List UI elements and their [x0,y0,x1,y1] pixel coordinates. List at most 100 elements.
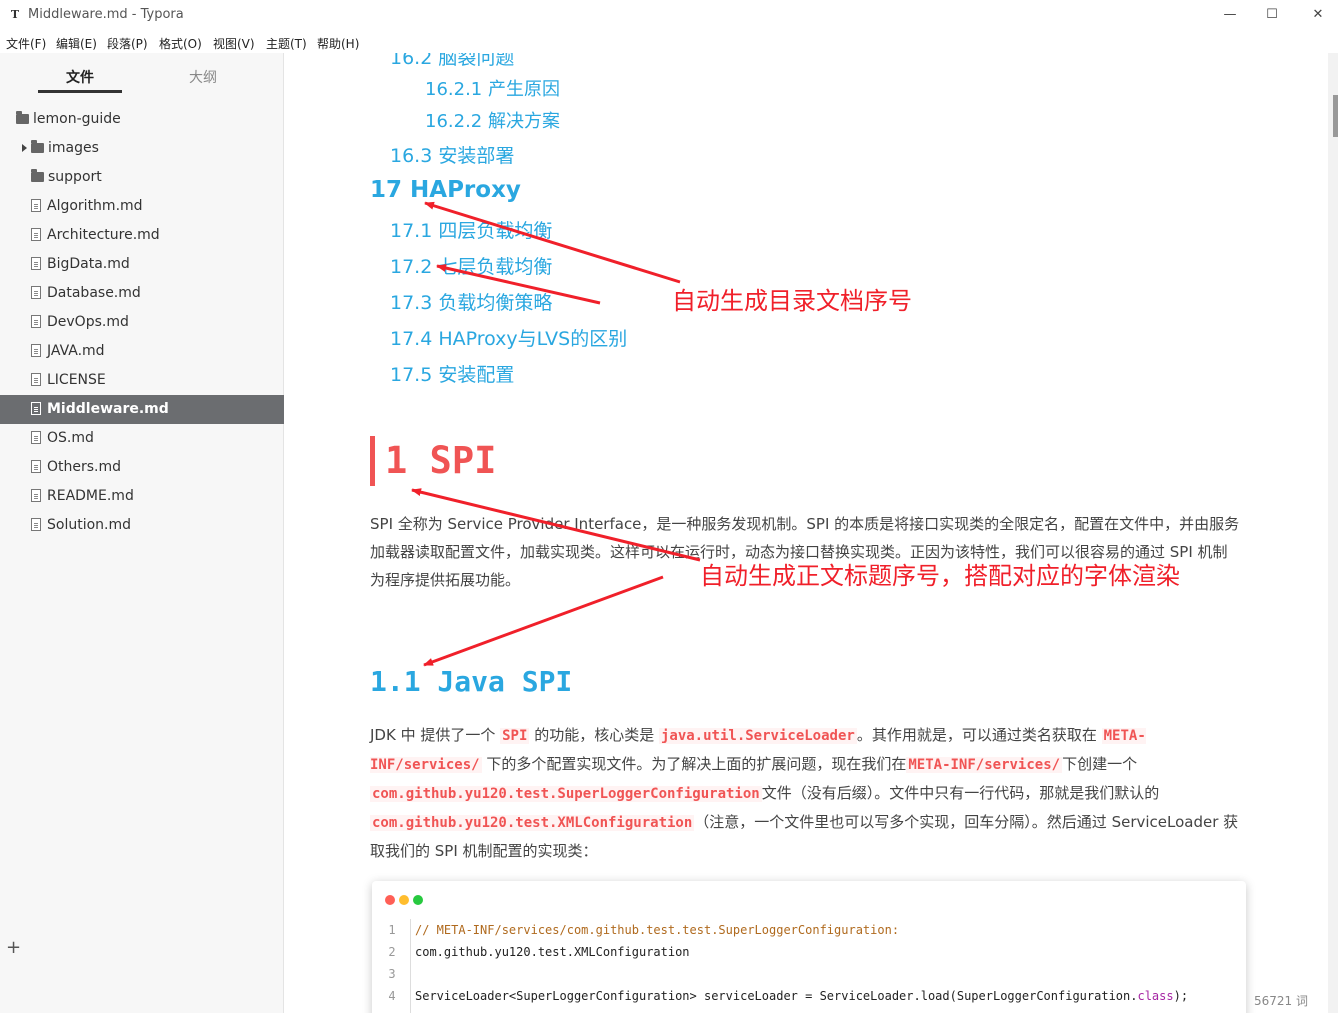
tree-item-label: lemon-guide [33,111,121,127]
file-icon [31,257,41,270]
heading-2: 1.1 Java SPI [370,665,573,698]
annotation-toc-note: 自动生成目录文档序号 [672,287,912,315]
text-run: 文件（没有后缀）。文件中只有一行代码，那就是我们默认的 [761,784,1160,802]
toc-item[interactable]: 17 HAProxy [370,177,521,203]
text-run: 的功能，核心类是 [529,726,659,744]
file-icon [31,518,41,531]
toc-item[interactable]: 17.5 安装配置 [390,360,514,387]
text-run: 下的多个配置实现文件。为了解决上面的扩展问题，现在我们在 [481,755,907,773]
chevron-right-icon[interactable] [22,144,27,152]
toc-item[interactable]: 16.3 安装部署 [390,141,514,168]
file-icon [31,199,41,212]
file-icon [31,431,41,444]
line-number: 1 [388,923,396,937]
inline-code: SPI [500,728,530,744]
code-line: 4 ServiceLoader<SuperLoggerConfiguration… [372,985,1246,1007]
tree-item-label: JAVA.md [47,343,105,359]
folder-icon [31,169,44,182]
tree-root-folder[interactable]: lemon-guide [0,105,284,134]
toc-item[interactable]: 17.2 七层负载均衡 [390,252,552,279]
tree-file[interactable]: DevOps.md [0,308,284,337]
inline-code: META-INF/services/ [906,757,1063,773]
tab-outline[interactable]: 大纲 [189,67,217,87]
text-run: JDK 中 提供了一个 [370,726,501,744]
code-block[interactable]: 1 // META-INF/services/com.github.test.t… [372,881,1246,1013]
tree-file[interactable]: OS.md [0,424,284,453]
tree-item-label: Others.md [47,459,122,475]
tree-file[interactable]: Database.md [0,279,284,308]
editor-content[interactable]: 16.2 脑裂问题 16.2.1 产生原因 16.2.2 解决方案 16.3 安… [285,53,1310,1013]
tree-file[interactable]: Solution.md [0,511,284,540]
file-icon [31,315,41,328]
tree-file[interactable]: README.md [0,482,284,511]
scrollbar-thumb[interactable] [1333,95,1338,137]
red-dot-icon [385,895,395,905]
menu-view[interactable]: 视图(V) [213,35,255,52]
tree-item-label: support [48,169,102,185]
tree-item-label: Solution.md [47,517,132,533]
text-run: 。其作用就是，可以通过类名获取在 [856,726,1102,744]
menu-file[interactable]: 文件(F) [6,35,46,52]
annotation-heading-note: 自动生成正文标题序号，搭配对应的字体渲染 [700,562,1180,590]
tree-item-label: README.md [47,488,134,504]
tree-item-label: Database.md [47,285,141,301]
file-icon [31,402,41,415]
file-icon [31,489,41,502]
inline-code: com.github.yu120.test.XMLConfiguration [370,815,695,831]
folder-icon [31,140,44,153]
menu-format[interactable]: 格式(O) [159,35,202,52]
close-button[interactable]: ✕ [1298,4,1338,26]
jdk-paragraph: JDK 中 提供了一个 SPI 的功能，核心类是 java.util.Servi… [370,721,1240,865]
vertical-scrollbar[interactable] [1328,53,1338,1013]
code-text: // META-INF/services/com.github.test.tes… [415,923,900,937]
tree-item-label: DevOps.md [47,314,129,330]
toc-item[interactable]: 16.2 脑裂问题 [390,53,514,70]
toc-item[interactable]: 17.4 HAProxy与LVS的区别 [390,324,627,351]
menu-help[interactable]: 帮助(H) [317,35,359,52]
add-file-button[interactable]: + [6,937,21,958]
file-icon [31,344,41,357]
minimize-button[interactable]: — [1210,4,1250,26]
maximize-button[interactable]: ☐ [1252,4,1292,26]
menu-bar: 文件(F) 编辑(E) 段落(P) 格式(O) 视图(V) 主题(T) 帮助(H… [0,31,1338,53]
tree-file[interactable]: BigData.md [0,250,284,279]
toc-item[interactable]: 17.3 负载均衡策略 [390,288,552,315]
green-dot-icon [413,895,423,905]
tree-file[interactable]: Algorithm.md [0,192,284,221]
inline-code: java.util.ServiceLoader [658,728,857,744]
tree-item-label: BigData.md [47,256,130,272]
text-run: 下创建一个 [1062,755,1138,773]
code-run: ServiceLoader<SuperLoggerConfiguration> … [415,989,1138,1003]
menu-edit[interactable]: 编辑(E) [56,35,97,52]
tree-file[interactable]: JAVA.md [0,337,284,366]
tree-item-label: LICENSE [47,372,106,388]
menu-theme[interactable]: 主题(T) [266,35,307,52]
tree-file[interactable]: Architecture.md [0,221,284,250]
toc-item[interactable]: 16.2.1 产生原因 [425,75,560,101]
tree-file[interactable]: LICENSE [0,366,284,395]
file-icon [31,228,41,241]
toc-item[interactable]: 16.2.2 解决方案 [425,107,560,133]
heading-1: 1 SPI [370,436,496,486]
line-number: 4 [388,989,396,1003]
tree-item-label: Algorithm.md [47,198,143,214]
yellow-dot-icon [399,895,409,905]
code-line: 2 com.github.yu120.test.XMLConfiguration [372,941,1246,963]
tab-files[interactable]: 文件 [66,67,94,87]
word-count-status[interactable]: 56721 词 [1254,992,1308,1009]
code-text: com.github.yu120.test.XMLConfiguration [415,945,690,959]
tree-item-label: Architecture.md [47,227,160,243]
tree-item-label: Middleware.md [47,401,169,417]
line-number: 3 [388,967,396,981]
tree-file[interactable]: Others.md [0,453,284,482]
toc-item[interactable]: 17.1 四层负载均衡 [390,216,552,243]
title-bar: T Middleware.md - Typora — ☐ ✕ [0,0,1338,31]
tree-folder-images[interactable]: images [0,134,284,163]
file-sidebar: 文件 大纲 lemon-guide images support Algorit… [0,53,284,1013]
menu-paragraph[interactable]: 段落(P) [107,35,148,52]
tree-file-active[interactable]: Middleware.md [0,395,284,424]
typora-app-icon: T [10,8,20,21]
tree-folder-support[interactable]: support [0,163,284,192]
tree-item-label: images [48,140,99,156]
window-title: Middleware.md - Typora [28,7,184,22]
